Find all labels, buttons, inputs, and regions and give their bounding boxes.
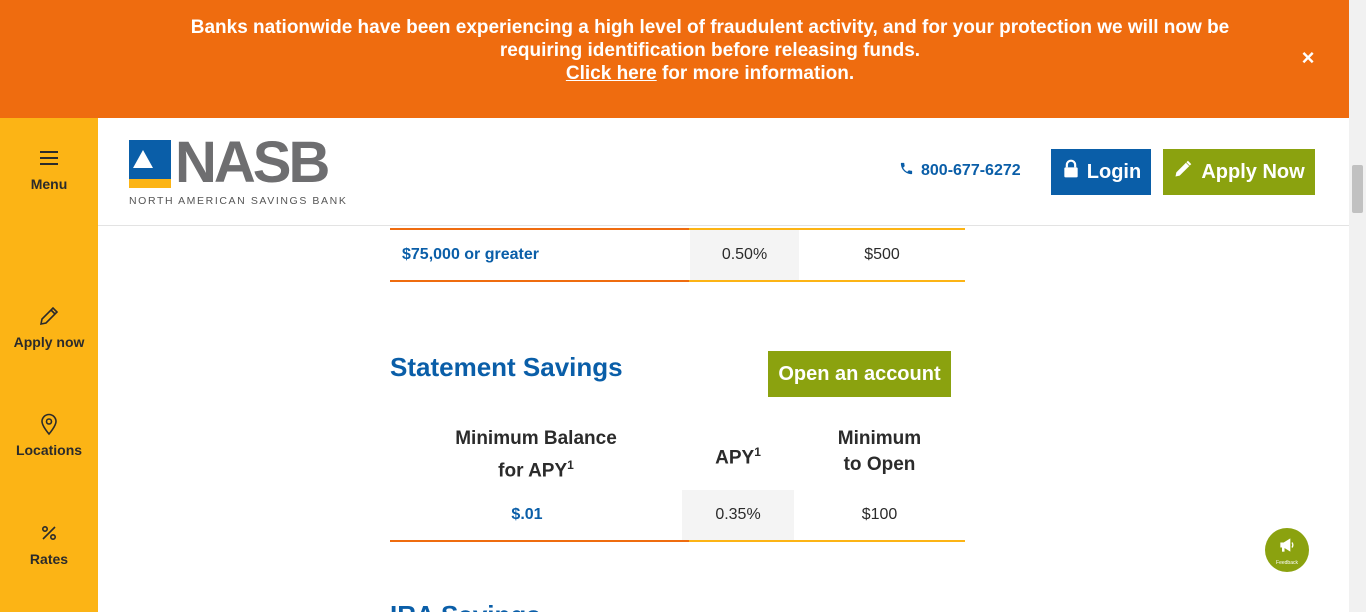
apply-now-label: Apply Now — [1201, 160, 1305, 183]
site-header: NASB NORTH AMERICAN SAVINGS BANK 800-677… — [98, 118, 1349, 226]
table-row: $75,000 or greater 0.50% $500 — [390, 228, 965, 282]
col-min-open-line1: Minimum — [837, 428, 922, 449]
scrollbar-thumb[interactable] — [1352, 165, 1363, 213]
rail-menu-label: Menu — [30, 176, 68, 192]
min-balance-cell: $75,000 or greater — [402, 246, 539, 263]
col-min-open-line2: to Open — [843, 454, 916, 475]
apply-now-button[interactable]: Apply Now — [1163, 149, 1315, 195]
left-rail: Menu Apply now Locations Rates — [0, 118, 98, 612]
column-header-apy: APY1 — [682, 439, 794, 471]
alert-click-here-link[interactable]: Click here — [566, 63, 657, 84]
ira-savings-title: IRA Savings — [390, 600, 541, 612]
col-apy-label: APY — [715, 447, 755, 469]
login-button[interactable]: Login — [1051, 149, 1151, 195]
rail-locations-label: Locations — [15, 442, 83, 458]
pencil-icon — [37, 304, 61, 328]
rail-apply-label: Apply now — [13, 334, 85, 350]
rail-apply-button[interactable]: Apply now — [0, 304, 98, 350]
apy-cell: 0.50% — [690, 230, 799, 280]
rail-rates-label: Rates — [29, 551, 69, 567]
apy-cell: 0.35% — [682, 490, 794, 540]
footnote-marker[interactable]: 1 — [754, 445, 761, 459]
rail-menu-button[interactable]: Menu — [0, 146, 98, 192]
rail-locations-button[interactable]: Locations — [0, 412, 98, 458]
alert-line2: for more information. — [656, 63, 855, 84]
login-label: Login — [1086, 160, 1142, 183]
logo-mark-icon — [129, 140, 171, 188]
col-min-balance-line1: Minimum Balance — [455, 428, 617, 449]
col-min-balance-line2: for APY — [498, 460, 568, 482]
rail-rates-button[interactable]: Rates — [0, 521, 98, 567]
column-header-min-open: Minimum to Open — [794, 426, 965, 478]
nasb-logo[interactable]: NASB NORTH AMERICAN SAVINGS BANK — [129, 132, 349, 208]
min-balance-cell: $.01 — [511, 506, 543, 523]
phone-number: 800-677-6272 — [921, 162, 1021, 179]
phone-link[interactable]: 800-677-6272 — [899, 161, 1021, 181]
statement-savings-title: Statement Savings — [390, 352, 623, 382]
logo-wordmark: NASB — [175, 130, 330, 195]
pencil-icon — [1173, 159, 1193, 185]
megaphone-icon — [1277, 535, 1297, 560]
fraud-alert-banner: Banks nationwide have been experiencing … — [0, 0, 1349, 118]
footnote-marker[interactable]: 1 — [567, 458, 574, 472]
page-scrollbar[interactable] — [1349, 0, 1366, 612]
table-row: $.01 0.35% $100 — [390, 490, 965, 542]
min-open-cell: $500 — [864, 246, 900, 263]
feedback-label: Feedback — [1276, 559, 1298, 566]
percent-icon — [37, 521, 61, 545]
map-pin-icon — [37, 412, 61, 436]
alert-message: Banks nationwide have been experiencing … — [160, 16, 1260, 85]
hamburger-icon — [37, 146, 61, 170]
open-account-button[interactable]: Open an account — [768, 351, 951, 397]
column-header-min-balance: Minimum Balance for APY1 — [440, 426, 632, 484]
feedback-button[interactable]: Feedback — [1265, 528, 1309, 572]
alert-close-button[interactable]: × — [1296, 46, 1320, 70]
alert-line1: Banks nationwide have been experiencing … — [190, 17, 1230, 61]
phone-icon — [899, 161, 914, 181]
lock-icon — [1061, 159, 1081, 185]
logo-subtitle: NORTH AMERICAN SAVINGS BANK — [129, 195, 348, 207]
min-open-cell: $100 — [861, 506, 898, 523]
